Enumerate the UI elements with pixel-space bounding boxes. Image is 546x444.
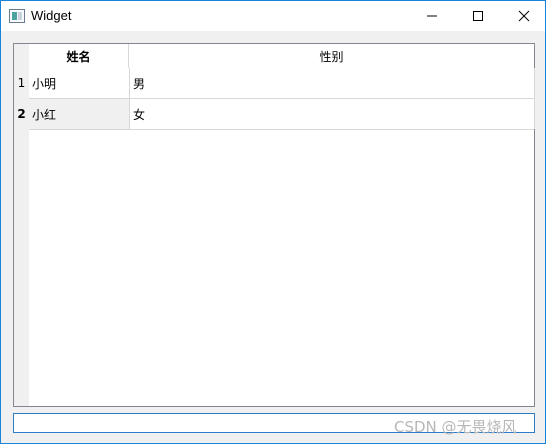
table-cell-gender[interactable]: 男	[130, 68, 534, 98]
table-cell-name[interactable]: 小明	[29, 68, 129, 98]
column-header-gender[interactable]: 性别	[129, 44, 534, 68]
column-header-name[interactable]: 姓名	[29, 44, 129, 68]
close-button[interactable]	[501, 1, 546, 31]
row-divider	[29, 129, 534, 130]
table-widget[interactable]: 姓名 性别 1 小明 男 2 小红 女	[13, 43, 535, 407]
maximize-button[interactable]	[455, 1, 501, 31]
table-corner-button[interactable]	[14, 44, 29, 68]
window-title: Widget	[31, 8, 72, 23]
column-divider	[534, 68, 535, 129]
close-icon	[518, 10, 530, 22]
maximize-icon	[473, 11, 483, 21]
table-cell-name-selected[interactable]: 小红	[29, 99, 129, 129]
row-header-2[interactable]: 2	[14, 99, 29, 129]
column-divider	[129, 68, 130, 129]
minimize-button[interactable]	[409, 1, 455, 31]
table-cell-gender[interactable]: 女	[130, 99, 534, 129]
main-window: Widget 姓名 性别 1 小明 男 2 小红 女	[0, 0, 546, 444]
app-window-icon	[9, 9, 25, 23]
minimize-icon	[427, 15, 437, 17]
row-header-1[interactable]: 1	[14, 68, 29, 98]
title-bar[interactable]: Widget	[1, 1, 545, 31]
watermark-text: CSDN @无畏烧风	[394, 418, 517, 436]
